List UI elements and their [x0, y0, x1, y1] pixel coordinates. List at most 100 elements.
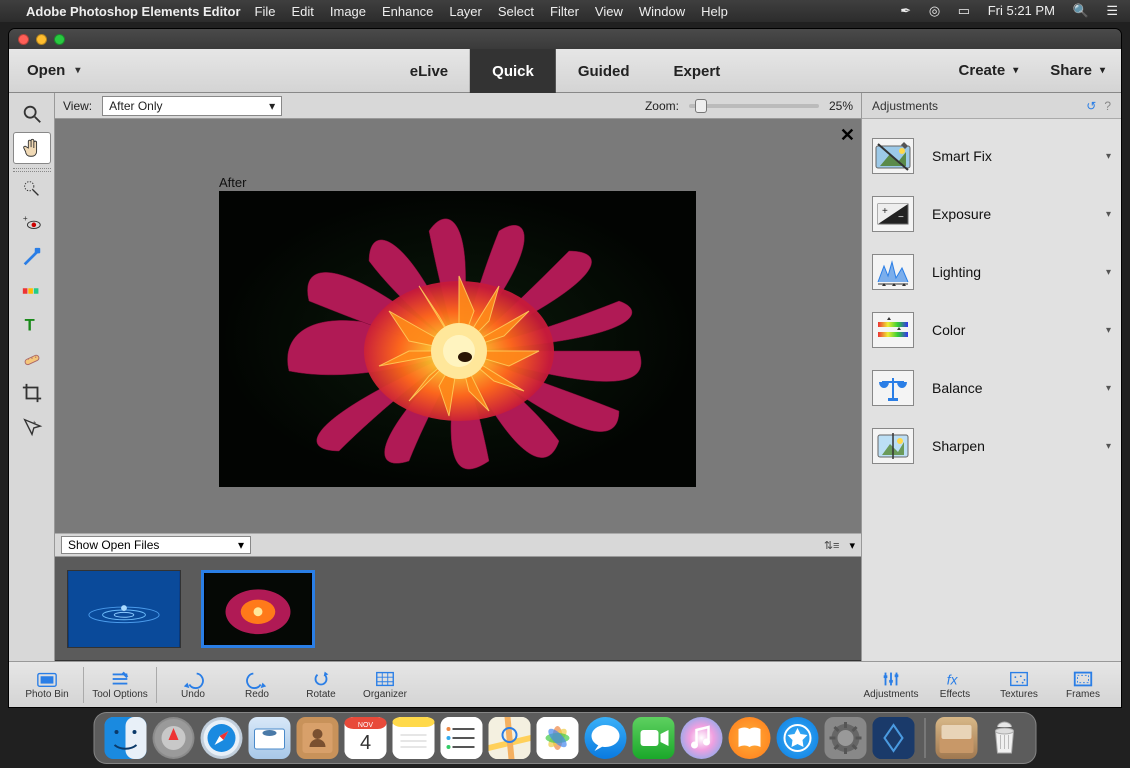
dock-ibooks[interactable]	[729, 717, 771, 759]
tool-whiten[interactable]	[13, 241, 51, 273]
dock-pse[interactable]	[873, 717, 915, 759]
display-icon[interactable]: ▭	[958, 3, 970, 18]
app-name[interactable]: Adobe Photoshop Elements Editor	[26, 4, 241, 19]
btn-tool-options[interactable]: Tool Options	[88, 663, 152, 707]
adj-smartfix[interactable]: Smart Fix	[872, 127, 1111, 185]
dock-reminders[interactable]	[441, 717, 483, 759]
tool-hand[interactable]	[13, 132, 51, 164]
clock[interactable]: Fri 5:21 PM	[988, 3, 1055, 18]
dock-launchpad[interactable]	[153, 717, 195, 759]
menu-layer[interactable]: Layer	[449, 4, 482, 19]
image-canvas[interactable]	[219, 191, 696, 487]
dock-trash[interactable]	[984, 717, 1026, 759]
bin-collapse-icon[interactable]: ▾	[849, 539, 855, 552]
btn-adjustments[interactable]: Adjustments	[859, 663, 923, 707]
menu-image[interactable]: Image	[330, 4, 366, 19]
btn-frames[interactable]: Frames	[1051, 663, 1115, 707]
btn-rotate[interactable]: Rotate	[289, 663, 353, 707]
dock-photos[interactable]	[537, 717, 579, 759]
window-zoom[interactable]	[54, 34, 65, 45]
menu-filter[interactable]: Filter	[550, 4, 579, 19]
sharpen-icon	[872, 428, 914, 464]
dock-mail[interactable]	[249, 717, 291, 759]
svg-text:4: 4	[360, 732, 371, 754]
tool-move[interactable]: +	[13, 411, 51, 443]
close-image-icon[interactable]: ✕	[840, 125, 855, 146]
reset-icon[interactable]: ↺	[1086, 99, 1096, 113]
adj-sharpen[interactable]: Sharpen	[872, 417, 1111, 475]
adj-lighting[interactable]: Lighting	[872, 243, 1111, 301]
spotlight-icon[interactable]: 🔍	[1073, 3, 1089, 18]
dock-itunes[interactable]	[681, 717, 723, 759]
menu-view[interactable]: View	[595, 4, 623, 19]
balance-icon	[872, 370, 914, 406]
bin-thumb-1[interactable]	[67, 570, 181, 648]
bottom-toolbar: Photo Bin Tool Options Undo Redo Rotate …	[9, 661, 1121, 707]
zoom-slider[interactable]	[689, 104, 819, 108]
mode-expert[interactable]: Expert	[652, 49, 743, 93]
tool-redeye[interactable]: +	[13, 207, 51, 239]
window-close[interactable]	[18, 34, 29, 45]
dock-safari[interactable]	[201, 717, 243, 759]
btn-organizer[interactable]: Organizer	[353, 663, 417, 707]
bin-select[interactable]: Show Open Files▾	[61, 536, 251, 554]
svg-text:NOV: NOV	[358, 722, 374, 729]
bin-sort-icon[interactable]: ⇅≡	[824, 539, 840, 552]
view-select[interactable]: After Only▾	[102, 96, 282, 116]
dock-finder[interactable]	[105, 717, 147, 759]
dock-downloads[interactable]	[936, 717, 978, 759]
svg-text:+: +	[882, 206, 888, 217]
adjustments-panel: Adjustments ↺ ? Smart Fix +− Exposure Li…	[861, 93, 1121, 661]
btn-photo-bin[interactable]: Photo Bin	[15, 663, 79, 707]
open-button[interactable]: Open	[9, 49, 98, 92]
btn-undo[interactable]: Undo	[161, 663, 225, 707]
view-label: View:	[63, 99, 92, 113]
tool-lasso[interactable]	[13, 173, 51, 205]
adj-exposure[interactable]: +− Exposure	[872, 185, 1111, 243]
btn-textures[interactable]: Textures	[987, 663, 1051, 707]
btn-redo[interactable]: Redo	[225, 663, 289, 707]
menu-window[interactable]: Window	[639, 4, 685, 19]
btn-effects[interactable]: fxEffects	[923, 663, 987, 707]
tool-quick-select[interactable]	[13, 275, 51, 307]
bin-thumb-2[interactable]	[201, 570, 315, 648]
share-button[interactable]: Share	[1034, 62, 1121, 79]
mode-toolbar: Open eLive Quick Guided Expert Create Sh…	[9, 49, 1121, 93]
tool-crop[interactable]	[13, 377, 51, 409]
mode-quick[interactable]: Quick	[470, 49, 556, 93]
cc-icon[interactable]: ◎	[929, 3, 940, 18]
menu-file[interactable]: File	[255, 4, 276, 19]
dock-maps[interactable]	[489, 717, 531, 759]
create-button[interactable]: Create	[943, 62, 1035, 79]
tool-strip: + T +	[9, 93, 55, 661]
dock-calendar[interactable]: NOV 4	[345, 717, 387, 759]
window-minimize[interactable]	[36, 34, 47, 45]
dock-facetime[interactable]	[633, 717, 675, 759]
tool-zoom[interactable]	[13, 98, 51, 130]
menu-enhance[interactable]: Enhance	[382, 4, 433, 19]
tool-type[interactable]: T	[13, 309, 51, 341]
dock-appstore[interactable]	[777, 717, 819, 759]
dock-contacts[interactable]	[297, 717, 339, 759]
mode-guided[interactable]: Guided	[556, 49, 652, 93]
mode-elive[interactable]: eLive	[388, 49, 470, 93]
dock-settings[interactable]	[825, 717, 867, 759]
menu-edit[interactable]: Edit	[291, 4, 313, 19]
menu-select[interactable]: Select	[498, 4, 534, 19]
view-options-bar: View: After Only▾ Zoom: 25%	[55, 93, 861, 119]
zoom-value: 25%	[829, 99, 853, 113]
adjustments-header: Adjustments ↺ ?	[862, 93, 1121, 119]
menu-help[interactable]: Help	[701, 4, 728, 19]
svg-text:−: −	[898, 212, 904, 223]
dock-notes[interactable]	[393, 717, 435, 759]
svg-text:+: +	[32, 418, 36, 427]
color-icon	[872, 312, 914, 348]
dock-messages[interactable]	[585, 717, 627, 759]
pen-icon[interactable]: ✒	[900, 3, 911, 18]
tool-healing[interactable]	[13, 343, 51, 375]
photo-bin	[55, 557, 861, 661]
adj-balance[interactable]: Balance	[872, 359, 1111, 417]
adj-color[interactable]: Color	[872, 301, 1111, 359]
help-icon[interactable]: ?	[1104, 99, 1111, 113]
menu-icon[interactable]: ☰	[1106, 3, 1118, 18]
